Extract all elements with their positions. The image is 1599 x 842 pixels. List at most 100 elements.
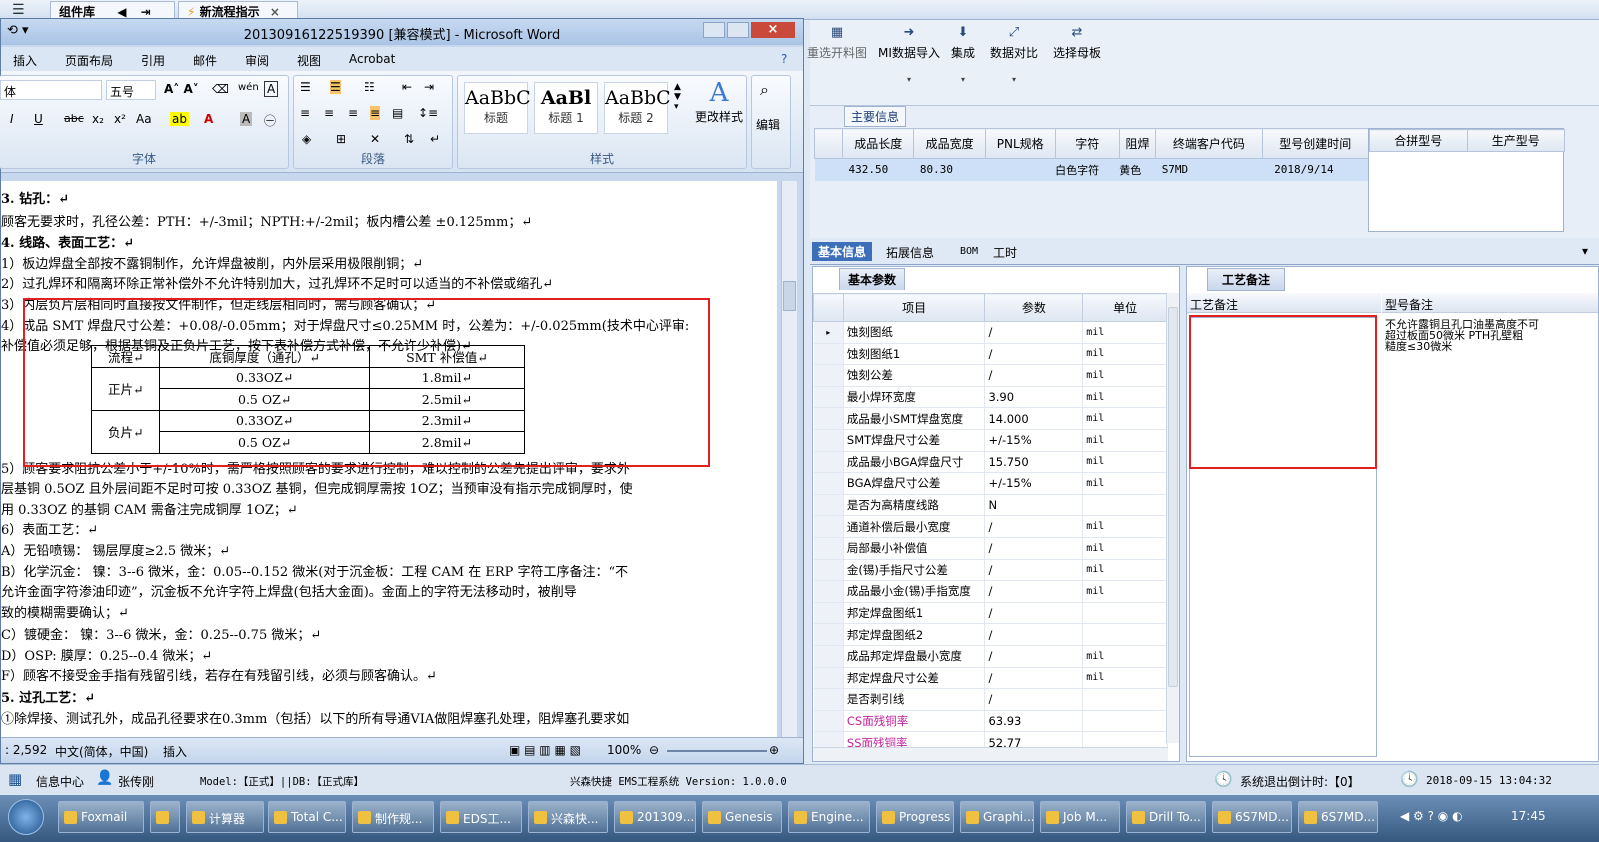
tab-references[interactable]: 引用 [141, 52, 165, 69]
table-cell[interactable]: / [984, 515, 1084, 538]
table-row[interactable]: 邦定焊盘图纸2/ [813, 623, 1168, 646]
col-header[interactable]: 型号创建时间 [1261, 128, 1370, 159]
zoom-in-icon[interactable]: ⊕ [769, 743, 779, 757]
tab-new-process[interactable]: ⚡ 新流程指示 × [178, 1, 298, 19]
table-cell[interactable]: 蚀刻公差 [843, 364, 986, 387]
taskbar-item[interactable]: 201309... [614, 801, 696, 833]
borders-icon[interactable]: ⊞ [336, 132, 346, 146]
table-cell[interactable]: mil [1082, 580, 1168, 603]
table-cell[interactable]: N [984, 494, 1084, 517]
table-cell[interactable]: / [984, 623, 1084, 646]
highlight-icon[interactable]: ab [170, 112, 189, 126]
clock[interactable]: 17:45 [1511, 809, 1546, 823]
col-header[interactable]: 生产型号 [1466, 129, 1565, 152]
table-cell[interactable] [1082, 623, 1168, 646]
table-row[interactable]: 成品最小金(锡)手指宽度 / mil [813, 580, 1168, 603]
col-header[interactable]: 阻焊 [1118, 128, 1157, 159]
taskbar-item[interactable]: Graphi... [960, 801, 1034, 833]
table-cell[interactable]: 14.000 [984, 407, 1084, 430]
vertical-scrollbar[interactable] [781, 181, 797, 737]
table-cell[interactable]: 蚀刻图纸1 [843, 343, 986, 366]
page-count[interactable]: : 2,592 [5, 743, 47, 757]
table-cell[interactable]: S7MD [1155, 158, 1263, 181]
data-compare-button[interactable]: ⤢ 数据对比 ▾ [988, 26, 1040, 85]
table-row[interactable]: BGA焊盘尺寸公差 +/-15% mil [813, 472, 1168, 495]
increase-indent-icon[interactable]: ⇥ [424, 80, 434, 94]
table-cell[interactable]: mil [1082, 472, 1168, 495]
tray-icons[interactable]: ◀ ⚙ ? ◉ ◐ [1400, 809, 1463, 823]
table-cell[interactable]: mil [1082, 667, 1168, 690]
table-cell[interactable]: mil [1082, 407, 1168, 430]
scroll-thumb[interactable] [783, 281, 796, 311]
numbering-icon[interactable]: ☰ [330, 80, 341, 94]
tab-bom[interactable]: BOM [960, 246, 978, 257]
table-cell[interactable]: 黄色 [1119, 158, 1156, 181]
col-header[interactable]: 终端客户代码 [1155, 128, 1263, 159]
taskbar-item[interactable]: Drill To... [1126, 801, 1206, 833]
taskbar-item[interactable]: Progress [876, 801, 954, 833]
table-row[interactable]: 成品最小SMT焊盘宽度 14.000 mil [813, 407, 1168, 430]
align-center-icon[interactable]: ≡ [324, 106, 334, 120]
align-left-icon[interactable]: ≡ [300, 106, 310, 120]
table-cell[interactable]: / [984, 364, 1084, 387]
table-cell[interactable]: / [984, 688, 1084, 711]
binoculars-icon[interactable]: ⌕ [760, 80, 769, 100]
table-cell[interactable]: / [984, 321, 1084, 344]
subscript-icon[interactable]: x₂ [92, 112, 104, 126]
table-cell[interactable]: 80.30 [913, 158, 986, 181]
language-status[interactable]: 中文(简体，中国) [55, 743, 148, 760]
table-cell[interactable]: 金(锡)手指尺寸公差 [843, 559, 986, 582]
distributed-icon[interactable]: ▤ [392, 106, 403, 120]
strikethrough-icon[interactable]: abc [64, 112, 84, 125]
table-row[interactable]: 成品邦定焊盘最小宽度 / mil [813, 645, 1168, 668]
table-row[interactable]: 金(锡)手指尺寸公差 / mil [813, 559, 1168, 582]
table-cell[interactable]: 邦定焊盘尺寸公差 [843, 667, 986, 690]
clear-format-icon[interactable]: ⌫ [212, 82, 229, 96]
tab-review[interactable]: 审阅 [245, 52, 269, 69]
tab-extended-info[interactable]: 拓展信息 [886, 244, 934, 261]
pin-icon[interactable]: ⇥ [141, 5, 151, 19]
chevron-down-icon[interactable]: ▾ [876, 75, 942, 84]
font-name-select[interactable]: 体 [0, 80, 102, 100]
taskbar-item[interactable]: Foxmail [58, 801, 144, 833]
table-cell[interactable]: 白色字符 [1055, 158, 1120, 181]
col-header[interactable]: 成品宽度 [913, 128, 986, 159]
col-header-item[interactable]: 项目 [842, 293, 986, 322]
integrate-button[interactable]: ⬇ 集成 ▾ [948, 26, 978, 85]
taskbar-item[interactable]: Genesis [702, 801, 782, 833]
table-cell[interactable]: 蚀刻图纸 [843, 321, 986, 344]
table-cell[interactable]: mil [1082, 515, 1168, 538]
zoom-level[interactable]: 100% [607, 743, 641, 757]
table-row[interactable]: 432.50 80.30 白色字符 黄色 S7MD 2018/9/14 [814, 158, 1369, 181]
col-header-param[interactable]: 参数 [984, 293, 1084, 322]
table-cell[interactable]: / [984, 602, 1084, 625]
style-title[interactable]: AaBbC 标题 [464, 82, 531, 134]
table-cell[interactable]: / [984, 537, 1084, 560]
enclosed-char-icon[interactable]: ㊀ [264, 112, 276, 129]
table-cell[interactable]: 局部最小补偿值 [843, 537, 986, 560]
font-color-icon[interactable]: A [204, 112, 213, 126]
chevron-left-icon[interactable]: ◀ [117, 5, 126, 19]
tab-page-layout[interactable]: 页面布局 [65, 52, 113, 69]
table-row[interactable]: SMT焊盘尺寸公差 +/-15% mil [813, 429, 1168, 452]
table-cell[interactable]: 最小焊环宽度 [843, 386, 986, 409]
document-page[interactable]: 3. 钻孔：↵ 顾客无要求时，孔径公差：PTH：+/-3mil；NPTH:+/-… [1, 181, 777, 737]
char-shading-icon[interactable]: A [240, 112, 253, 126]
close-icon[interactable]: × [270, 5, 280, 19]
tab-insert[interactable]: 插入 [13, 52, 37, 69]
zoom-out-icon[interactable]: ⊖ [649, 743, 659, 757]
col-header-unit[interactable]: 单位 [1082, 293, 1168, 322]
bullets-icon[interactable]: ☰ [300, 80, 311, 94]
decrease-indent-icon[interactable]: ⇤ [402, 80, 412, 94]
table-row[interactable]: 是否剥引线 / [813, 688, 1168, 711]
style-heading-2[interactable]: AaBbC 标题 2 [604, 82, 671, 134]
chevron-down-icon[interactable]: ▾ [1582, 244, 1588, 258]
table-cell[interactable]: mil [1082, 559, 1168, 582]
col-header[interactable]: PNL规格 [984, 128, 1056, 159]
table-row[interactable]: 成品最小BGA焊盘尺寸 15.750 mil [813, 451, 1168, 474]
table-row[interactable]: 邦定焊盘图纸1/ [813, 602, 1168, 625]
table-row[interactable]: 最小焊环宽度 3.90 mil [813, 386, 1168, 409]
table-cell[interactable]: mil [1082, 386, 1168, 409]
taskbar-item[interactable]: 兴森快... [528, 801, 608, 833]
table-cell[interactable] [1082, 494, 1168, 517]
